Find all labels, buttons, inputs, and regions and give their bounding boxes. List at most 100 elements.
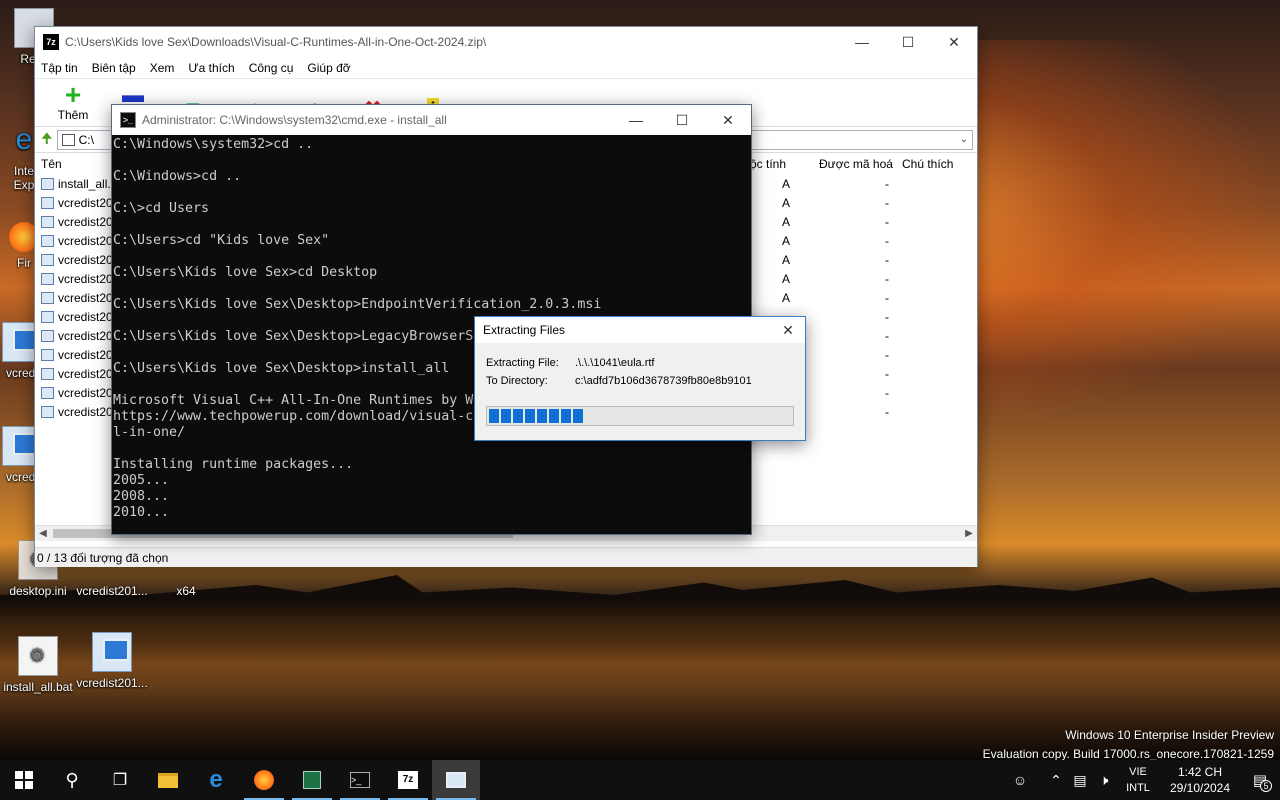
column-attributes[interactable]: ộc tính xyxy=(750,157,786,171)
extract-titlebar[interactable]: Extracting Files ✕ xyxy=(475,317,805,343)
chevron-down-icon[interactable]: ⌄ xyxy=(960,134,968,145)
window-icon xyxy=(446,772,466,788)
up-folder-icon[interactable]: 🠉 xyxy=(41,128,53,152)
menu-view[interactable]: Xem xyxy=(150,61,175,75)
clock-date: 29/10/2024 xyxy=(1169,781,1231,795)
file-attributes: A xyxy=(782,177,791,191)
desktop-icon-vcredist-d[interactable]: vcredist201... xyxy=(74,632,150,690)
cmd-app-icon: >_ xyxy=(120,112,136,128)
firefox-button[interactable] xyxy=(240,760,288,800)
internet-explorer-button[interactable]: e xyxy=(192,760,240,800)
desktop-icon-label: desktop.ini xyxy=(9,584,67,598)
column-encrypted[interactable]: Được mã hoá xyxy=(819,157,893,171)
installer-icon xyxy=(92,632,132,672)
drive-icon xyxy=(61,133,75,146)
selection-status: 0 / 13 đối tượng đã chọn xyxy=(37,551,169,565)
maximize-button[interactable]: ☐ xyxy=(659,105,705,135)
desktop-icon-install-all[interactable]: install_all.bat xyxy=(0,636,76,694)
scroll-left-icon[interactable]: ◀ xyxy=(35,526,51,542)
file-explorer-button[interactable] xyxy=(144,760,192,800)
clock[interactable]: 1:42 CH 29/10/2024 xyxy=(1160,764,1240,796)
close-button[interactable]: ✕ xyxy=(931,27,977,57)
file-name: vcredist20 xyxy=(58,272,113,286)
sevenzip-taskbar-button[interactable]: 7z xyxy=(384,760,432,800)
menu-file[interactable]: Tập tin xyxy=(41,61,78,75)
extract-taskbar-button[interactable] xyxy=(432,760,480,800)
add-button-label: Thêm xyxy=(57,108,89,122)
close-button[interactable]: ✕ xyxy=(771,317,805,343)
file-name: vcredist20 xyxy=(58,310,113,324)
file-name: vcredist20 xyxy=(58,386,113,400)
progress-segment xyxy=(561,409,571,423)
console-line: 2008... xyxy=(113,489,170,504)
excel-button[interactable] xyxy=(288,760,336,800)
installer-file-icon xyxy=(41,254,54,266)
menu-favorites[interactable]: Ưa thích xyxy=(188,61,234,75)
action-center-button[interactable]: ▤ 5 xyxy=(1240,760,1280,800)
file-attributes: A xyxy=(782,291,791,305)
progress-segment xyxy=(489,409,499,423)
add-button[interactable]: + Thêm xyxy=(43,81,103,126)
file-name: vcredist20 xyxy=(58,253,113,267)
start-button[interactable] xyxy=(0,760,48,800)
installer-file-icon xyxy=(41,292,54,304)
file-name: vcredist20 xyxy=(58,215,113,229)
menu-tools[interactable]: Công cụ xyxy=(249,61,294,75)
network-icon[interactable]: ▤ xyxy=(1068,772,1092,789)
file-attributes: A xyxy=(782,215,791,229)
file-attributes: A xyxy=(782,234,791,248)
column-name[interactable]: Tên xyxy=(41,157,62,171)
volume-icon[interactable]: 🕨 xyxy=(1092,772,1116,789)
menu-edit[interactable]: Biên tập xyxy=(92,61,136,75)
file-encrypted: - xyxy=(885,196,889,210)
extract-progress-bar xyxy=(486,406,794,426)
sevenzip-title: C:\Users\Kids love Sex\Downloads\Visual-… xyxy=(65,35,487,49)
console-line: C:\Users\Kids love Sex>cd Desktop xyxy=(113,265,378,280)
installer-file-icon xyxy=(41,368,54,380)
keyboard-layout: INTL xyxy=(1126,782,1150,794)
sevenzip-icon: 7z xyxy=(398,771,418,789)
windows-watermark: Windows 10 Enterprise Insider Preview Ev… xyxy=(983,726,1274,764)
file-name: vcredist20 xyxy=(58,367,113,381)
terminal-icon: >_ xyxy=(350,772,370,788)
file-attributes: A xyxy=(782,196,791,210)
scroll-right-icon[interactable]: ▶ xyxy=(961,526,977,542)
search-button[interactable]: ⚲ xyxy=(48,760,96,800)
chevron-up-icon[interactable]: ⌃ xyxy=(1044,772,1068,789)
cmd-taskbar-button[interactable]: >_ xyxy=(336,760,384,800)
language-indicator[interactable]: VIE INTL xyxy=(1116,764,1160,796)
batch-file-icon xyxy=(18,636,58,676)
minimize-button[interactable]: — xyxy=(839,27,885,57)
extracting-file-value: .\.\.\1041\eula.rtf xyxy=(575,357,655,369)
file-encrypted: - xyxy=(885,348,889,362)
taskbar: ⚲ ❐ e >_ 7z ☺ ⌃ ▤ 🕨 VIE INTL 1:42 CH 29/… xyxy=(0,760,1280,800)
watermark-edition: Windows 10 Enterprise Insider Preview xyxy=(1065,728,1274,742)
extracting-files-dialog: Extracting Files ✕ Extracting File: .\.\… xyxy=(474,316,806,441)
windows-logo-icon xyxy=(15,771,33,789)
column-comment[interactable]: Chú thích xyxy=(902,157,953,171)
progress-segment xyxy=(525,409,535,423)
console-line: Installing runtime packages... xyxy=(113,457,354,472)
file-attributes: A xyxy=(782,272,791,286)
task-view-button[interactable]: ❐ xyxy=(96,760,144,800)
file-encrypted: - xyxy=(885,329,889,343)
file-encrypted: - xyxy=(885,386,889,400)
file-encrypted: - xyxy=(885,215,889,229)
minimize-button[interactable]: — xyxy=(613,105,659,135)
close-button[interactable]: ✕ xyxy=(705,105,751,135)
installer-file-icon xyxy=(41,197,54,209)
menu-help[interactable]: Giúp đỡ xyxy=(307,61,350,75)
people-icon[interactable]: ☺ xyxy=(1008,772,1032,788)
maximize-button[interactable]: ☐ xyxy=(885,27,931,57)
desktop-icon-label: Fir xyxy=(17,256,31,270)
task-view-icon: ❐ xyxy=(112,772,128,789)
installer-file-icon xyxy=(41,273,54,285)
file-encrypted: - xyxy=(885,367,889,381)
sevenzip-titlebar[interactable]: 7z C:\Users\Kids love Sex\Downloads\Visu… xyxy=(35,27,977,57)
desktop-icon-label: vcredist201... xyxy=(76,676,148,690)
installer-file-icon xyxy=(41,330,54,342)
cmd-titlebar[interactable]: >_ Administrator: C:\Windows\system32\cm… xyxy=(112,105,751,135)
